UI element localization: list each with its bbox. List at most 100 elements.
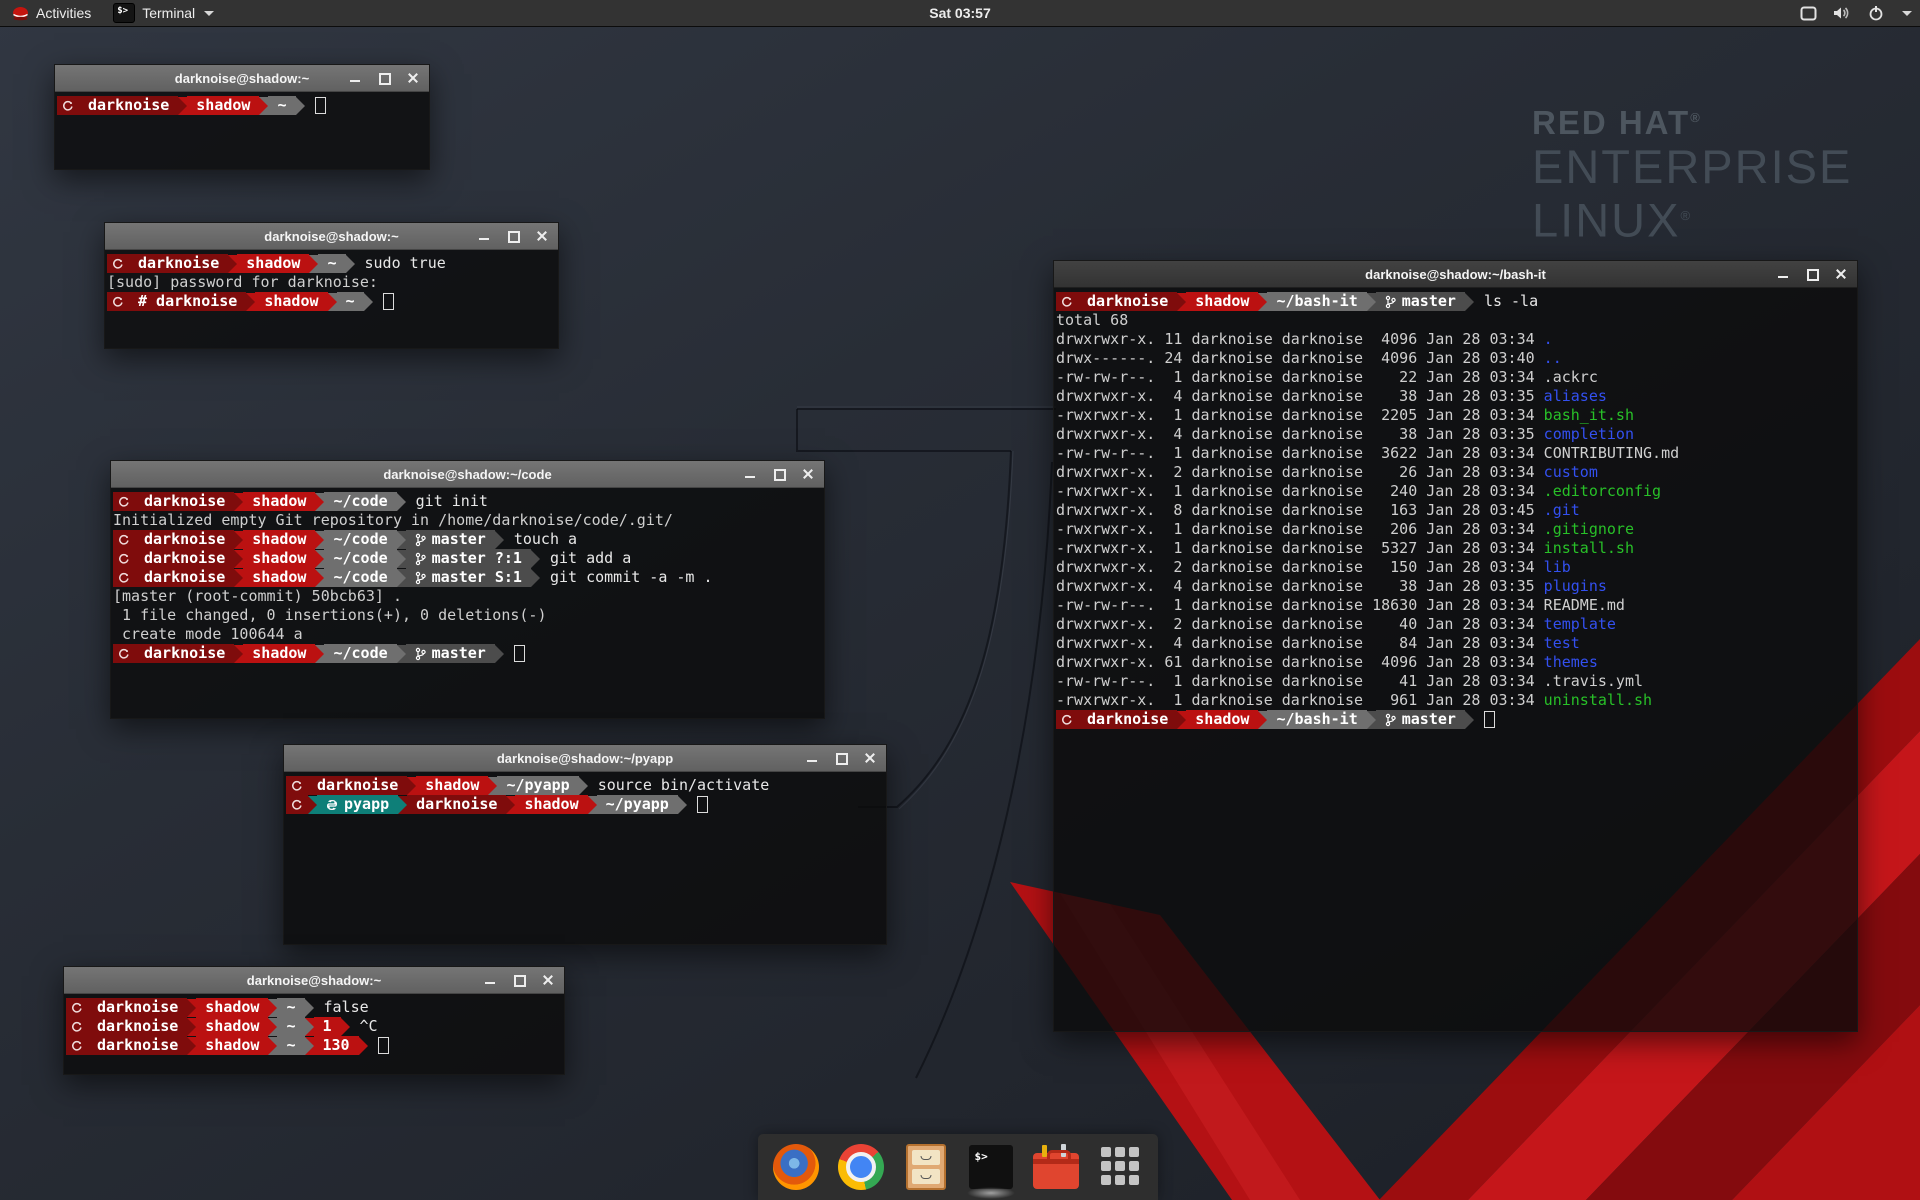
window-titlebar[interactable]: darknoise@shadow:~/pyapp — [284, 745, 886, 772]
dock: $> — [758, 1134, 1158, 1200]
terminal-cursor — [383, 293, 394, 310]
segment-text: darknoise — [144, 644, 225, 663]
ls-row: -rwxrwxr-x. 1 darknoise darknoise 5327 J… — [1056, 539, 1857, 558]
ls-row-fields: drwxrwxr-x. 2 darknoise darknoise 26 Jan… — [1056, 463, 1544, 481]
dock-chrome-icon[interactable] — [837, 1143, 885, 1191]
prompt-segment-host: shadow — [243, 530, 315, 549]
powerline-separator — [1465, 711, 1474, 729]
terminal-window-darknoise-shadow-bash-it: darknoise@shadow:~/bash-itdarknoiseshado… — [1053, 260, 1858, 1032]
prompt-segment-path: ~/bash-it — [1267, 710, 1366, 729]
ls-row-fields: -rw-rw-r--. 1 darknoise darknoise 3622 J… — [1056, 444, 1544, 462]
activities-button[interactable]: Activities — [0, 0, 103, 26]
prompt-icon-cell — [66, 1017, 88, 1036]
close-button[interactable] — [864, 752, 876, 764]
maximize-button[interactable] — [378, 72, 390, 84]
typed-command: touch a — [514, 530, 577, 549]
app-grid-icon — [1101, 1147, 1141, 1187]
powerline-separator — [341, 1018, 350, 1036]
powerline-separator — [346, 255, 355, 273]
ls-file-name: aliases — [1544, 387, 1607, 405]
prompt-segment-host: shadow — [243, 492, 315, 511]
minimize-button[interactable] — [478, 230, 490, 242]
minimize-button[interactable] — [484, 974, 496, 986]
prompt-line: darknoiseshadow~1^C — [66, 1017, 564, 1036]
window-title: darknoise@shadow:~/code — [383, 467, 551, 482]
terminal-content[interactable]: darknoiseshadow~/bash-itmasterls -latota… — [1054, 288, 1857, 729]
ls-row-fields: -rw-rw-r--. 1 darknoise darknoise 41 Jan… — [1056, 672, 1544, 690]
clock[interactable]: Sat 03:57 — [929, 5, 990, 21]
prompt-icon-cell — [113, 530, 135, 549]
close-button[interactable] — [1835, 268, 1847, 280]
terminal-content[interactable]: darknoiseshadow~sudo true[sudo] password… — [105, 250, 558, 311]
powerline-separator — [315, 493, 324, 511]
dock-app-grid-icon[interactable] — [1097, 1143, 1145, 1191]
close-button[interactable] — [802, 468, 814, 480]
redhat-prompt-icon — [71, 1040, 83, 1052]
maximize-button[interactable] — [773, 468, 785, 480]
ls-file-name: .gitignore — [1544, 520, 1634, 538]
prompt-segment-host: shadow — [416, 776, 488, 795]
window-titlebar[interactable]: darknoise@shadow:~ — [64, 967, 564, 994]
prompt-segment-user: darknoise — [79, 96, 178, 115]
prompt-segment-path: ~ — [277, 1017, 304, 1036]
ls-row-fields: drwxrwxr-x. 8 darknoise darknoise 163 Ja… — [1056, 501, 1544, 519]
window-titlebar[interactable]: darknoise@shadow:~ — [105, 223, 558, 250]
close-button[interactable] — [536, 230, 548, 242]
terminal-content[interactable]: darknoiseshadow~ — [55, 92, 429, 115]
close-button[interactable] — [407, 72, 419, 84]
window-buttons — [1777, 261, 1847, 287]
segment-text: master — [1402, 710, 1456, 729]
git-branch-icon — [415, 647, 426, 661]
maximize-button[interactable] — [513, 974, 525, 986]
powerline-separator — [397, 569, 406, 587]
maximize-button[interactable] — [835, 752, 847, 764]
prompt-segment-user: # darknoise — [129, 292, 246, 311]
terminal-content[interactable]: darknoiseshadow~/codegit initInitialized… — [111, 488, 824, 663]
prompt-segment-host: shadow — [243, 568, 315, 587]
prompt-line: darknoiseshadow~/bash-itmaster — [1056, 710, 1857, 729]
powerline-separator — [305, 1037, 314, 1055]
segment-text: ~/pyapp — [506, 776, 569, 795]
window-titlebar[interactable]: darknoise@shadow:~/code — [111, 461, 824, 488]
terminal-content[interactable]: darknoiseshadow~/pyappsource bin/activat… — [284, 772, 886, 814]
powerline-separator — [495, 531, 504, 549]
segment-text: ~/code — [333, 492, 387, 511]
window-title: darknoise@shadow:~/bash-it — [1365, 267, 1546, 282]
dock-terminal-icon[interactable]: $> — [967, 1143, 1015, 1191]
minimize-button[interactable] — [1777, 268, 1789, 280]
git-branch-icon — [415, 552, 426, 566]
redhat-prompt-icon — [118, 572, 130, 584]
toolbox-icon — [1033, 1153, 1079, 1189]
prompt-segment-user: darknoise — [135, 568, 234, 587]
terminal-window-darknoise-shadow-: darknoise@shadow:~darknoiseshadow~sudo t… — [104, 222, 559, 349]
terminal-content[interactable]: darknoiseshadow~falsedarknoiseshadow~1^C… — [64, 994, 564, 1055]
window-title: darknoise@shadow:~ — [247, 973, 381, 988]
powerline-separator — [407, 777, 416, 795]
close-button[interactable] — [542, 974, 554, 986]
app-menu-terminal[interactable]: $> Terminal — [103, 0, 224, 26]
terminal-app-icon: $> — [113, 3, 135, 23]
system-status-area[interactable] — [1800, 0, 1912, 26]
powerline-separator — [678, 796, 687, 814]
prompt-icon-cell — [113, 492, 135, 511]
dock-toolbox-icon[interactable] — [1032, 1143, 1080, 1191]
prompt-segment-path: ~/code — [324, 644, 396, 663]
powerline-separator — [1258, 711, 1267, 729]
minimize-button[interactable] — [744, 468, 756, 480]
window-titlebar[interactable]: darknoise@shadow:~ — [55, 65, 429, 92]
maximize-button[interactable] — [1806, 268, 1818, 280]
powerline-separator — [328, 293, 337, 311]
minimize-button[interactable] — [806, 752, 818, 764]
maximize-button[interactable] — [507, 230, 519, 242]
dock-firefox-icon[interactable] — [772, 1143, 820, 1191]
git-branch-icon — [1385, 713, 1396, 727]
ls-row: drwx------. 24 darknoise darknoise 4096 … — [1056, 349, 1857, 368]
terminal-cursor — [514, 645, 525, 662]
minimize-button[interactable] — [349, 72, 361, 84]
segment-text: pyapp — [344, 795, 389, 814]
powerline-separator — [259, 97, 268, 115]
window-titlebar[interactable]: darknoise@shadow:~/bash-it — [1054, 261, 1857, 288]
window-title: darknoise@shadow:~ — [175, 71, 309, 86]
running-indicator-glow — [967, 1187, 1015, 1199]
dock-files-icon[interactable] — [902, 1143, 950, 1191]
